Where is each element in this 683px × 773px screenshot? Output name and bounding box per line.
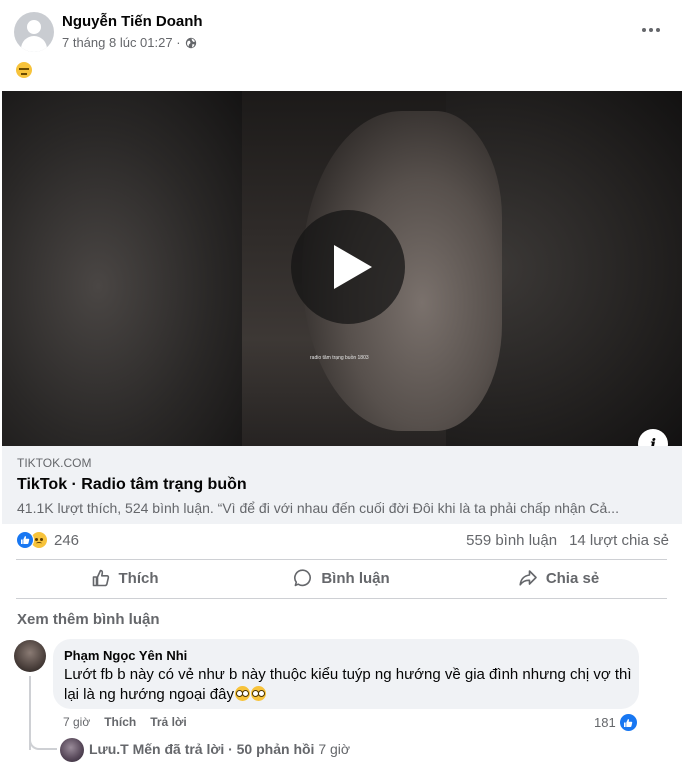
- thread-connector: [29, 735, 57, 750]
- comment-like-count[interactable]: 181: [594, 713, 638, 732]
- comment-text: Lướt fb b này có vẻ như b này thuộc kiểu…: [64, 665, 634, 705]
- comment-bubble-icon: [294, 569, 312, 587]
- like-label: Thích: [118, 569, 159, 587]
- action-bar: Thích Bình luận Chia sẻ: [16, 560, 667, 596]
- comment-body: Lướt fb b này có vẻ như b này thuộc kiểu…: [64, 666, 632, 703]
- pleading-face-emoji: [251, 686, 266, 701]
- reaction-summary[interactable]: 246: [16, 531, 79, 549]
- reaction-count: 246: [54, 531, 80, 549]
- globe-icon: [185, 37, 196, 48]
- more-options-icon[interactable]: [639, 20, 663, 40]
- author-avatar[interactable]: [14, 12, 54, 52]
- post-meta: 7 tháng 8 lúc 01:27 ·: [62, 35, 197, 50]
- link-description: 41.1K lượt thích, 524 bình luận. “Vì để …: [17, 500, 619, 516]
- replies-time: 7 giờ: [318, 741, 351, 757]
- thumbs-up-icon: [92, 569, 109, 587]
- share-button[interactable]: Chia sẻ: [450, 560, 667, 596]
- comment-like-number: 181: [594, 715, 616, 730]
- comment-actions: 7 giờ Thích Trả lời: [63, 715, 187, 729]
- comment-time[interactable]: 7 giờ: [63, 715, 90, 729]
- share-arrow-icon: [519, 570, 537, 586]
- avatar-body: [21, 36, 47, 52]
- post-text: [16, 62, 32, 82]
- video-caption: radio tâm trạng buồn 1803: [310, 355, 369, 361]
- link-preview[interactable]: TIKTOK.COM TikTok · Radio tâm trạng buồn…: [2, 446, 682, 524]
- video-blur-left: [2, 91, 242, 446]
- author-name[interactable]: Nguyễn Tiến Doanh: [62, 13, 203, 30]
- share-count[interactable]: 14 lượt chia sẻ: [569, 532, 669, 549]
- play-button[interactable]: [291, 210, 405, 324]
- comment-like-button[interactable]: Thích: [104, 715, 136, 729]
- link-domain: TIKTOK.COM: [17, 456, 92, 470]
- comment-label: Bình luận: [321, 569, 390, 587]
- video-player[interactable]: radio tâm trạng buồn 1803 i: [2, 91, 682, 446]
- pleading-face-emoji: [235, 686, 250, 701]
- like-reaction-icon: [618, 713, 638, 732]
- post-stats: 559 bình luận 14 lượt chia sẻ: [466, 532, 669, 549]
- share-label: Chia sẻ: [545, 569, 600, 587]
- expressionless-face-emoji: [16, 62, 32, 78]
- comment-button[interactable]: Bình luận: [233, 560, 450, 596]
- avatar-head: [27, 20, 41, 34]
- play-icon: [334, 245, 372, 289]
- comment-bubble: Phạm Ngọc Yên Nhi Lướt fb b này có vẻ nh…: [53, 639, 639, 709]
- like-reaction-icon: [16, 531, 34, 549]
- comment-count[interactable]: 559 bình luận: [466, 532, 557, 549]
- post-card: Nguyễn Tiến Doanh 7 tháng 8 lúc 01:27 · …: [0, 0, 683, 773]
- replier-avatar[interactable]: [60, 738, 84, 762]
- link-title[interactable]: TikTok · Radio tâm trạng buồn: [17, 476, 247, 494]
- post-timestamp[interactable]: 7 tháng 8 lúc 01:27 ·: [62, 35, 181, 50]
- see-more-comments-link[interactable]: Xem thêm bình luận: [17, 611, 160, 628]
- divider: [16, 598, 667, 599]
- replies-summary: Lưu.T Mến đã trả lời · 50 phản hồi: [89, 741, 315, 757]
- comment-reply-button[interactable]: Trả lời: [150, 715, 187, 729]
- commenter-avatar[interactable]: [14, 640, 46, 672]
- like-button[interactable]: Thích: [16, 560, 233, 596]
- view-replies-link[interactable]: Lưu.T Mến đã trả lời · 50 phản hồi 7 giờ: [89, 741, 350, 757]
- commenter-name[interactable]: Phạm Ngọc Yên Nhi: [64, 648, 187, 663]
